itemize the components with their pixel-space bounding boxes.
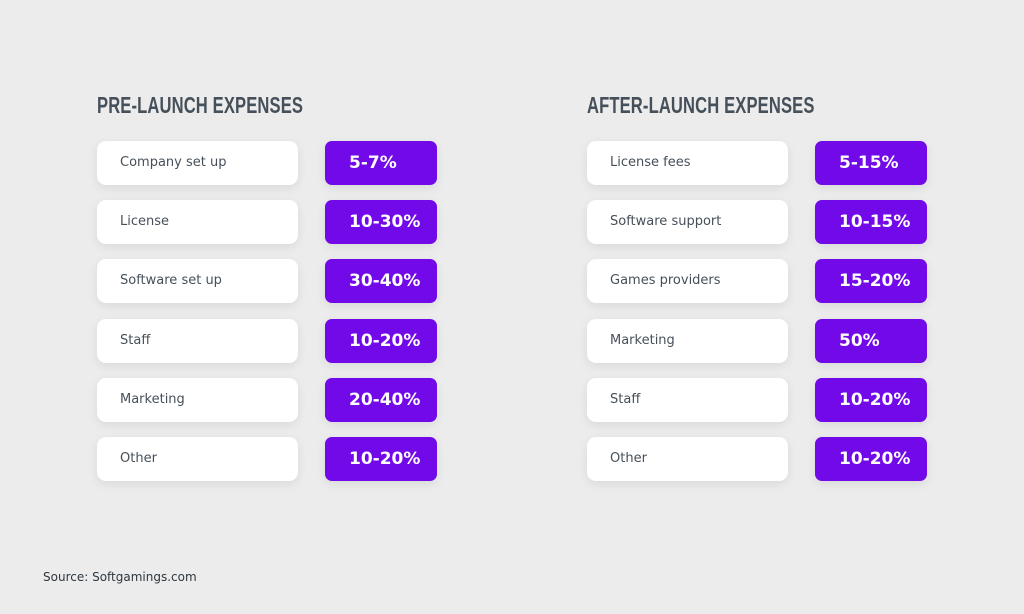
expense-label: Staff (587, 378, 788, 422)
expense-percent: 5-15% (815, 141, 927, 185)
expense-label: Other (97, 437, 298, 481)
expense-label: Marketing (587, 319, 788, 363)
expense-percent: 30-40% (325, 259, 437, 303)
expense-percent: 15-20% (815, 259, 927, 303)
after-launch-title: AFTER-LAUNCH EXPENSES (587, 92, 815, 118)
expense-percent: 10-20% (325, 437, 437, 481)
expense-percent: 10-20% (815, 437, 927, 481)
pre-launch-title: PRE-LAUNCH EXPENSES (97, 92, 304, 118)
expense-percent: 10-20% (325, 319, 437, 363)
expense-label: Software support (587, 200, 788, 244)
expense-percent: 10-20% (815, 378, 927, 422)
expense-percent: 50% (815, 319, 927, 363)
expense-percent: 20-40% (325, 378, 437, 422)
expense-label: Staff (97, 319, 298, 363)
expense-percent: 10-30% (325, 200, 437, 244)
expense-percent: 10-15% (815, 200, 927, 244)
expense-label: Marketing (97, 378, 298, 422)
expense-percent: 5-7% (325, 141, 437, 185)
expense-label: License fees (587, 141, 788, 185)
expense-label: Other (587, 437, 788, 481)
source-note: Source: Softgamings.com (43, 570, 197, 584)
expense-label: License (97, 200, 298, 244)
expense-label: Company set up (97, 141, 298, 185)
expense-label: Software set up (97, 259, 298, 303)
expense-label: Games providers (587, 259, 788, 303)
